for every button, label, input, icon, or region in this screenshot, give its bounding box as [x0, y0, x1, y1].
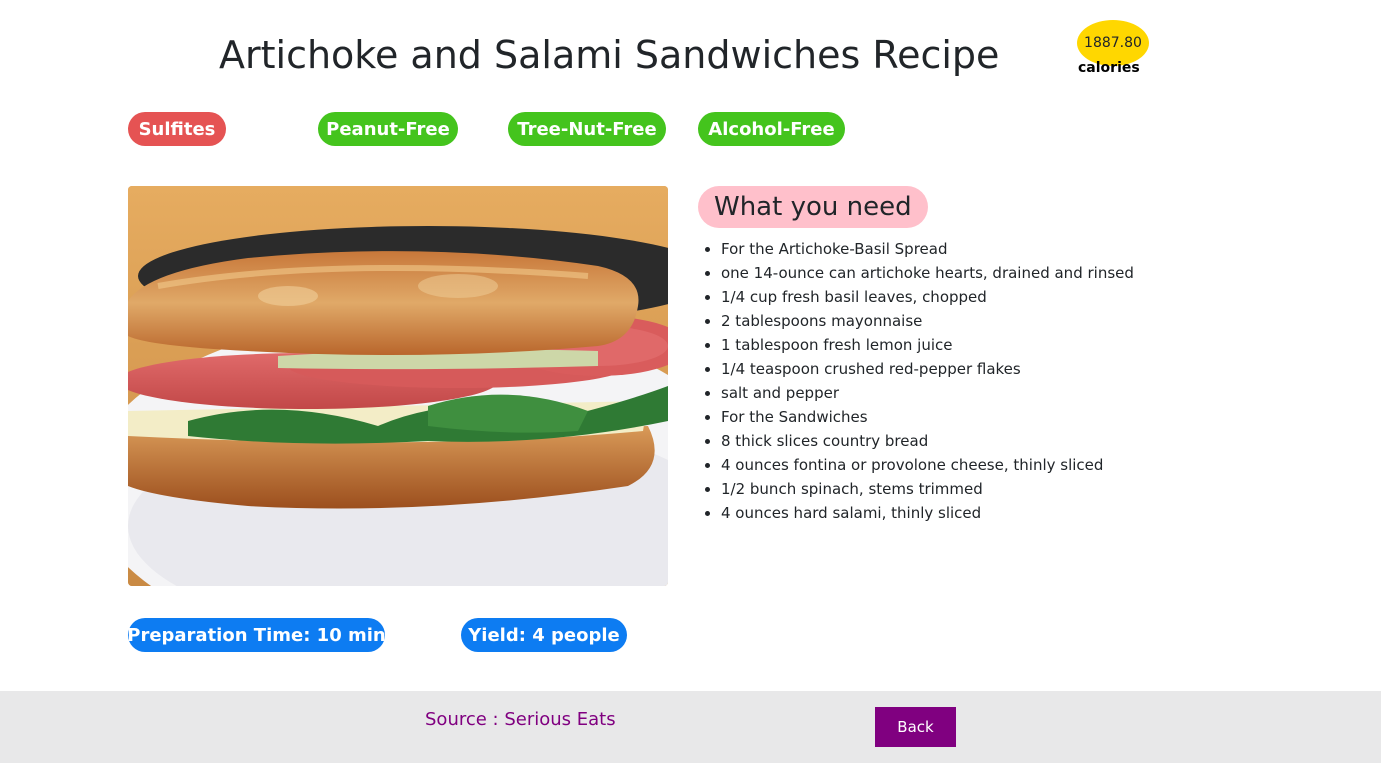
- recipe-image: [128, 186, 668, 586]
- ingredient-item: For the Artichoke-Basil Spread: [721, 237, 1134, 261]
- source-label: Source : Serious Eats: [425, 709, 616, 730]
- ingredient-item: 1 tablespoon fresh lemon juice: [721, 333, 1134, 357]
- health-tag-peanut-free: Peanut-Free: [318, 112, 458, 146]
- ingredient-item: 1/2 bunch spinach, stems trimmed: [721, 477, 1134, 501]
- caution-tag-sulfites: Sulfites: [128, 112, 226, 146]
- back-button[interactable]: Back: [875, 707, 956, 747]
- health-tag-tree-nut-free: Tree-Nut-Free: [508, 112, 666, 146]
- ingredients-heading: What you need: [698, 186, 928, 228]
- ingredient-item: 1/4 teaspoon crushed red-pepper flakes: [721, 357, 1134, 381]
- sandwich-photo-icon: [128, 186, 668, 586]
- ingredient-item: salt and pepper: [721, 381, 1134, 405]
- ingredient-item: 8 thick slices country bread: [721, 429, 1134, 453]
- yield-badge: Yield: 4 people: [461, 618, 627, 652]
- ingredient-item: 4 ounces fontina or provolone cheese, th…: [721, 453, 1134, 477]
- health-tag-alcohol-free: Alcohol-Free: [698, 112, 845, 146]
- recipe-title: Artichoke and Salami Sandwiches Recipe: [219, 33, 1000, 77]
- ingredient-item: one 14-ounce can artichoke hearts, drain…: [721, 261, 1134, 285]
- prep-time-badge: Preparation Time: 10 min: [127, 618, 386, 652]
- ingredient-item: 2 tablespoons mayonnaise: [721, 309, 1134, 333]
- ingredient-item: 1/4 cup fresh basil leaves, chopped: [721, 285, 1134, 309]
- ingredients-list: For the Artichoke-Basil Spread one 14-ou…: [698, 237, 1134, 525]
- ingredient-item: For the Sandwiches: [721, 405, 1134, 429]
- calorie-label: calories: [1078, 60, 1140, 76]
- footer: Source : Serious Eats Back: [0, 691, 1381, 763]
- ingredient-item: 4 ounces hard salami, thinly sliced: [721, 501, 1134, 525]
